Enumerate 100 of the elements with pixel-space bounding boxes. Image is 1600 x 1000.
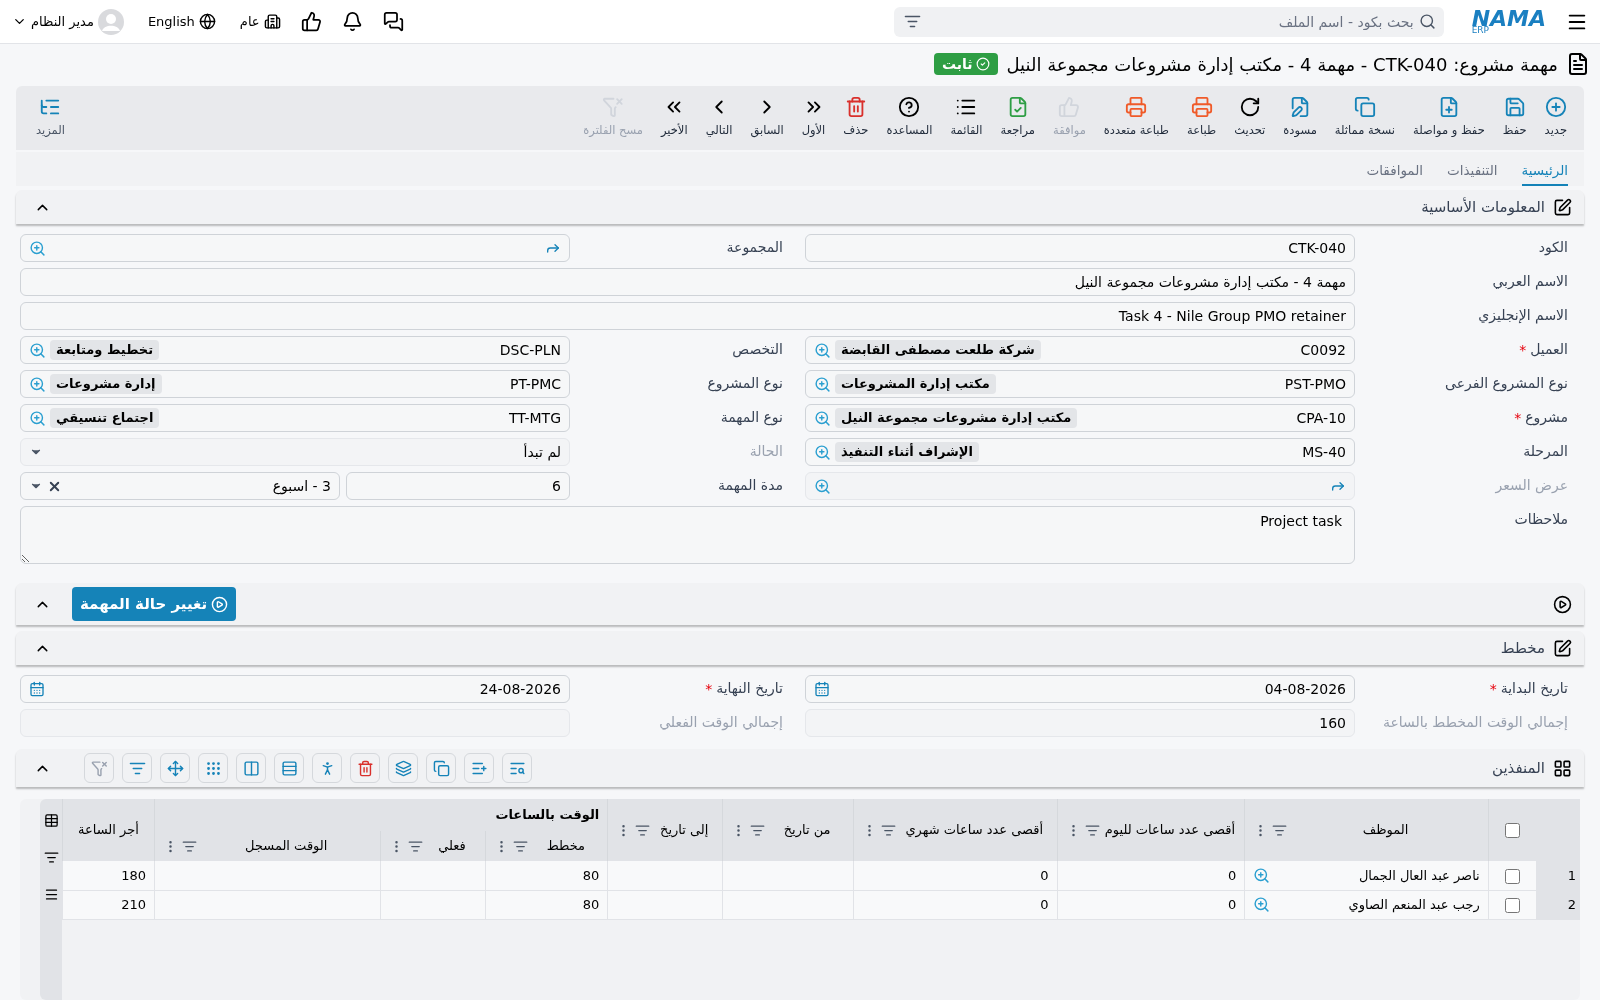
lookup-icon[interactable]: [814, 443, 831, 461]
table-icon[interactable]: [43, 813, 59, 828]
grid-tool-button[interactable]: [274, 753, 304, 783]
table-cell-text: 0: [1226, 895, 1237, 914]
toolbar-button[interactable]: طباعة متعددة: [1094, 96, 1178, 140]
lookup-icon[interactable]: [1253, 896, 1271, 913]
column-header[interactable]: الوقت المسجل: [200, 836, 372, 856]
lookup-field[interactable]: [20, 234, 570, 262]
column-header[interactable]: أجر الساعة: [71, 820, 146, 840]
row-checkbox[interactable]: [1504, 897, 1520, 913]
date-field[interactable]: 24-08-2026: [20, 675, 570, 703]
menu-icon[interactable]: [43, 887, 59, 902]
grid-tool-button[interactable]: [312, 753, 342, 783]
toolbar-button[interactable]: المساعدة: [877, 96, 942, 140]
lookup-icon[interactable]: [29, 341, 46, 359]
toolbar-button[interactable]: طباعة: [1178, 96, 1226, 140]
text-field[interactable]: CTK-040: [805, 234, 1355, 262]
grid-tool-button[interactable]: [464, 753, 494, 783]
calendar-icon[interactable]: [29, 681, 45, 697]
filter-icon[interactable]: [1084, 822, 1100, 838]
notes-field[interactable]: Project task: [20, 506, 1355, 564]
filter-icon[interactable]: [635, 822, 651, 838]
lookup-icon[interactable]: [814, 409, 831, 427]
text-field[interactable]: Task 4 - Nile Group PMO retainer: [20, 302, 1355, 330]
column-header[interactable]: إلى تاريخ: [654, 820, 715, 840]
bell-icon[interactable]: [341, 11, 363, 32]
toolbar-button[interactable]: حذف: [834, 96, 878, 140]
more-button[interactable]: المزيد: [24, 96, 77, 140]
toolbar-button[interactable]: نسخة مماثلة: [1325, 96, 1404, 140]
field-value: 24-08-2026: [478, 679, 561, 699]
grid-tool-button[interactable]: [122, 753, 152, 783]
chat-icon[interactable]: [382, 11, 404, 32]
text-field[interactable]: مهمة 4 - مكتب إدارة مشروعات مجموعة النيل: [20, 268, 1355, 296]
column-header[interactable]: الموظف: [1291, 820, 1480, 840]
filter-icon[interactable]: [43, 850, 59, 865]
field-label: تاريخ النهاية: [716, 680, 783, 698]
filter-icon[interactable]: [407, 838, 423, 854]
search-icon[interactable]: [1418, 12, 1436, 30]
row-number: 1: [1536, 861, 1580, 890]
toolbar-button[interactable]: حفظ و مواصلة: [1404, 96, 1494, 140]
column-header[interactable]: أقصى عدد ساعات لليوم: [1103, 820, 1237, 840]
lookup-icon[interactable]: [29, 375, 46, 393]
grid-tool-button[interactable]: [388, 753, 418, 783]
lookup-tag: مكتب إدارة المشروعات: [835, 374, 996, 394]
filter-icon[interactable]: [181, 838, 197, 854]
grid-tool-button[interactable]: [160, 753, 190, 783]
tab[interactable]: التنفيذات: [1447, 159, 1498, 186]
toolbar-button[interactable]: الأخير: [651, 96, 697, 140]
change-status-button[interactable]: تغيير حالة المهمة: [72, 587, 237, 621]
grid-tool-button[interactable]: [426, 753, 456, 783]
number-field[interactable]: 6: [346, 472, 570, 500]
toolbar-button[interactable]: تحديث: [1225, 96, 1275, 140]
language-button[interactable]: English: [147, 11, 216, 32]
filter-icon[interactable]: [513, 838, 529, 854]
column-header[interactable]: فعلي: [426, 836, 478, 856]
grid-tool-button[interactable]: [198, 753, 228, 783]
lookup-icon[interactable]: [814, 375, 831, 393]
company-button[interactable]: عام: [239, 11, 281, 32]
thumbs-up-icon[interactable]: [300, 11, 322, 32]
status-badge: ثابت: [933, 53, 999, 75]
grid-tool-button[interactable]: [350, 753, 380, 783]
toolbar-button[interactable]: حفظ: [1493, 96, 1536, 140]
filter-icon[interactable]: [881, 822, 896, 838]
tab[interactable]: الرئيسية: [1521, 159, 1568, 186]
toolbar-button[interactable]: القائمة: [941, 96, 992, 140]
required-mark: *: [1514, 408, 1522, 428]
date-field[interactable]: 04-08-2026: [805, 675, 1355, 703]
field-value: PT-PMC: [508, 374, 561, 394]
lookup-icon[interactable]: [1253, 866, 1271, 884]
grid-tool-button[interactable]: [84, 753, 114, 783]
grid-tool-button[interactable]: [236, 753, 266, 783]
dots-icon: [204, 759, 222, 777]
lookup-icon[interactable]: [29, 239, 46, 257]
toolbar-button[interactable]: مراجعة: [991, 96, 1045, 140]
lookup-icon[interactable]: [814, 341, 831, 359]
field-label: التخصص: [732, 341, 783, 359]
toolbar-button[interactable]: جديد: [1535, 96, 1576, 140]
lookup-icon[interactable]: [29, 409, 46, 427]
grid-tool-button[interactable]: [502, 753, 532, 783]
row-checkbox[interactable]: [1504, 868, 1520, 884]
search-field[interactable]: بحث بكود - اسم الملف: [893, 6, 1444, 37]
column-header[interactable]: مخطط: [532, 836, 600, 856]
filter-icon[interactable]: [1272, 822, 1288, 838]
field-label: نوع المهمة: [720, 409, 783, 427]
toolbar-button[interactable]: التالي: [696, 96, 742, 140]
unit-select[interactable]: 3 - اسبوع: [20, 472, 340, 500]
table-cell-text: 0: [1226, 866, 1237, 885]
calendar-icon[interactable]: [814, 681, 830, 697]
tab[interactable]: الموافقات: [1366, 159, 1424, 186]
user-menu[interactable]: مدير النظام: [12, 8, 124, 35]
trash-icon: [844, 96, 867, 119]
select-all-checkbox[interactable]: [1504, 823, 1520, 839]
toolbar-button[interactable]: الأول: [792, 96, 835, 140]
toolbar-button[interactable]: مسودة: [1274, 96, 1326, 140]
column-header[interactable]: من تاريخ: [769, 820, 845, 840]
filter-icon[interactable]: [750, 822, 766, 838]
column-header[interactable]: أقصى عدد ساعات شهري: [900, 820, 1049, 840]
toolbar-button[interactable]: السابق: [741, 96, 793, 140]
field-label: إجمالي الوقت المخطط بالساعة: [1382, 714, 1568, 732]
lookup-tag: مكتب إدارة مشروعات مجموعة النيل: [835, 408, 1078, 428]
